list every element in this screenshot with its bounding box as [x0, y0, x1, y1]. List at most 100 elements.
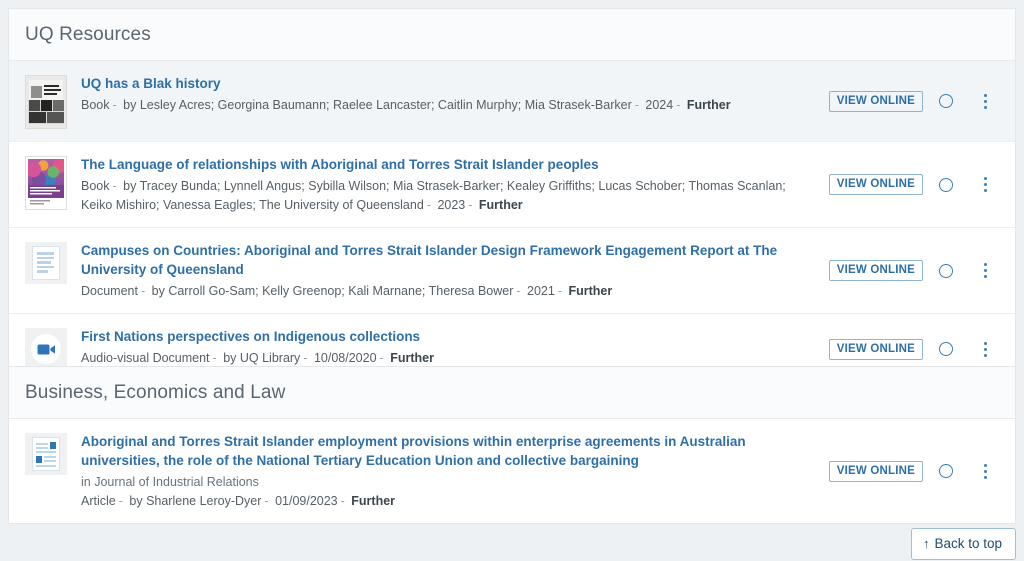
- more-options-button[interactable]: [969, 177, 1001, 192]
- book-cover-blak-history-icon: [25, 75, 67, 129]
- circle-pin-icon: [939, 464, 953, 478]
- separator: -: [377, 351, 387, 365]
- pin-button[interactable]: [923, 178, 969, 192]
- circle-pin-icon: [939, 264, 953, 278]
- separator: -: [513, 284, 523, 298]
- book-cover-language-relationships-icon: [25, 156, 67, 210]
- item-authors: by Lesley Acres; Georgina Baumann; Raele…: [123, 98, 632, 112]
- item-type: Document: [81, 284, 138, 298]
- view-online-button[interactable]: VIEW ONLINE: [829, 461, 923, 482]
- section-title: Business, Economics and Law: [25, 382, 285, 404]
- separator: -: [138, 284, 148, 298]
- list-item[interactable]: Campuses on Countries: Aboriginal and To…: [9, 228, 1015, 314]
- separator: -: [300, 351, 310, 365]
- item-actions: VIEW ONLINE: [829, 91, 1001, 112]
- further-link[interactable]: Further: [569, 284, 613, 298]
- item-date: 2024: [645, 98, 673, 112]
- back-to-top-label: Back to top: [934, 536, 1002, 551]
- separator: -: [116, 494, 126, 508]
- item-date: 2023: [437, 198, 465, 212]
- item-title-link[interactable]: Campuses on Countries: Aboriginal and To…: [81, 241, 813, 279]
- thumbnail: [25, 433, 67, 475]
- video-camera-icon: [37, 343, 56, 356]
- view-online-button[interactable]: VIEW ONLINE: [829, 339, 923, 360]
- list-item[interactable]: Aboriginal and Torres Strait Islander em…: [9, 419, 1015, 523]
- list-item[interactable]: The Language of relationships with Abori…: [9, 142, 1015, 228]
- item-authors: by Tracey Bunda; Lynnell Angus; Sybilla …: [81, 179, 786, 212]
- item-date: 01/09/2023: [275, 494, 338, 508]
- item-title-link[interactable]: The Language of relationships with Abori…: [81, 155, 801, 174]
- item-actions: VIEW ONLINE: [829, 174, 1001, 195]
- item-authors: by Carroll Go-Sam; Kelly Greenop; Kali M…: [152, 284, 514, 298]
- section-uq-resources: UQ Resources UQ has a Blak history Book-…: [8, 8, 1016, 385]
- item-actions: VIEW ONLINE: [829, 461, 1001, 482]
- item-metadata: Document- by Carroll Go-Sam; Kelly Green…: [81, 282, 813, 301]
- separator: -: [424, 198, 434, 212]
- item-authors: by Sharlene Leroy-Dyer: [129, 494, 261, 508]
- separator: -: [465, 198, 475, 212]
- article-icon: [25, 433, 67, 475]
- section-header: UQ Resources: [9, 9, 1015, 61]
- thumbnail: [25, 328, 67, 370]
- more-options-icon: [984, 342, 987, 345]
- pin-button[interactable]: [923, 342, 969, 356]
- further-link[interactable]: Further: [390, 351, 434, 365]
- view-online-button[interactable]: VIEW ONLINE: [829, 174, 923, 195]
- item-metadata: Book- by Tracey Bunda; Lynnell Angus; Sy…: [81, 177, 801, 215]
- more-options-icon: [984, 177, 987, 180]
- circle-pin-icon: [939, 178, 953, 192]
- more-options-button[interactable]: [969, 342, 1001, 357]
- circle-pin-icon: [939, 342, 953, 356]
- more-options-icon: [984, 464, 987, 467]
- results-page: UQ Resources UQ has a Blak history Book-…: [0, 0, 1024, 561]
- item-date: 2021: [527, 284, 555, 298]
- video-icon: [25, 328, 67, 370]
- more-options-button[interactable]: [969, 263, 1001, 278]
- separator: -: [673, 98, 683, 112]
- back-to-top-button[interactable]: ↑ Back to top: [911, 528, 1016, 560]
- item-type: Book: [81, 179, 110, 193]
- item-actions: VIEW ONLINE: [829, 339, 1001, 360]
- item-type: Article: [81, 494, 116, 508]
- view-online-button[interactable]: VIEW ONLINE: [829, 91, 923, 112]
- item-metadata: Article- by Sharlene Leroy-Dyer- 01/09/2…: [81, 492, 813, 511]
- thumbnail: [25, 156, 67, 210]
- item-type: Book: [81, 98, 110, 112]
- further-link[interactable]: Further: [479, 198, 523, 212]
- thumbnail: [25, 242, 67, 284]
- section-business-economics-law: Business, Economics and Law: [8, 366, 1016, 524]
- item-title-link[interactable]: First Nations perspectives on Indigenous…: [81, 327, 813, 346]
- further-link[interactable]: Further: [351, 494, 395, 508]
- item-authors: by UQ Library: [223, 351, 300, 365]
- section-title: UQ Resources: [25, 24, 151, 46]
- section-header: Business, Economics and Law: [9, 367, 1015, 419]
- item-title-link[interactable]: Aboriginal and Torres Strait Islander em…: [81, 432, 813, 470]
- item-type: Audio-visual Document: [81, 351, 210, 365]
- more-options-icon: [984, 94, 987, 97]
- item-title-link[interactable]: UQ has a Blak history: [81, 74, 801, 93]
- item-actions: VIEW ONLINE: [829, 260, 1001, 281]
- item-date: 10/08/2020: [314, 351, 377, 365]
- list-item[interactable]: UQ has a Blak history Book- by Lesley Ac…: [9, 61, 1015, 142]
- separator: -: [110, 179, 120, 193]
- separator: -: [110, 98, 120, 112]
- more-options-icon: [984, 263, 987, 266]
- pin-button[interactable]: [923, 264, 969, 278]
- pin-button[interactable]: [923, 464, 969, 478]
- thumbnail: [25, 75, 67, 129]
- more-options-button[interactable]: [969, 464, 1001, 479]
- item-metadata: Book- by Lesley Acres; Georgina Baumann;…: [81, 96, 801, 115]
- separator: -: [338, 494, 348, 508]
- arrow-up-icon: ↑: [923, 537, 930, 550]
- further-link[interactable]: Further: [687, 98, 731, 112]
- document-icon: [25, 242, 67, 284]
- pin-button[interactable]: [923, 94, 969, 108]
- item-journal: in Journal of Industrial Relations: [81, 473, 813, 491]
- separator: -: [555, 284, 565, 298]
- separator: -: [261, 494, 271, 508]
- more-options-button[interactable]: [969, 94, 1001, 109]
- separator: -: [210, 351, 220, 365]
- separator: -: [632, 98, 642, 112]
- view-online-button[interactable]: VIEW ONLINE: [829, 260, 923, 281]
- circle-pin-icon: [939, 94, 953, 108]
